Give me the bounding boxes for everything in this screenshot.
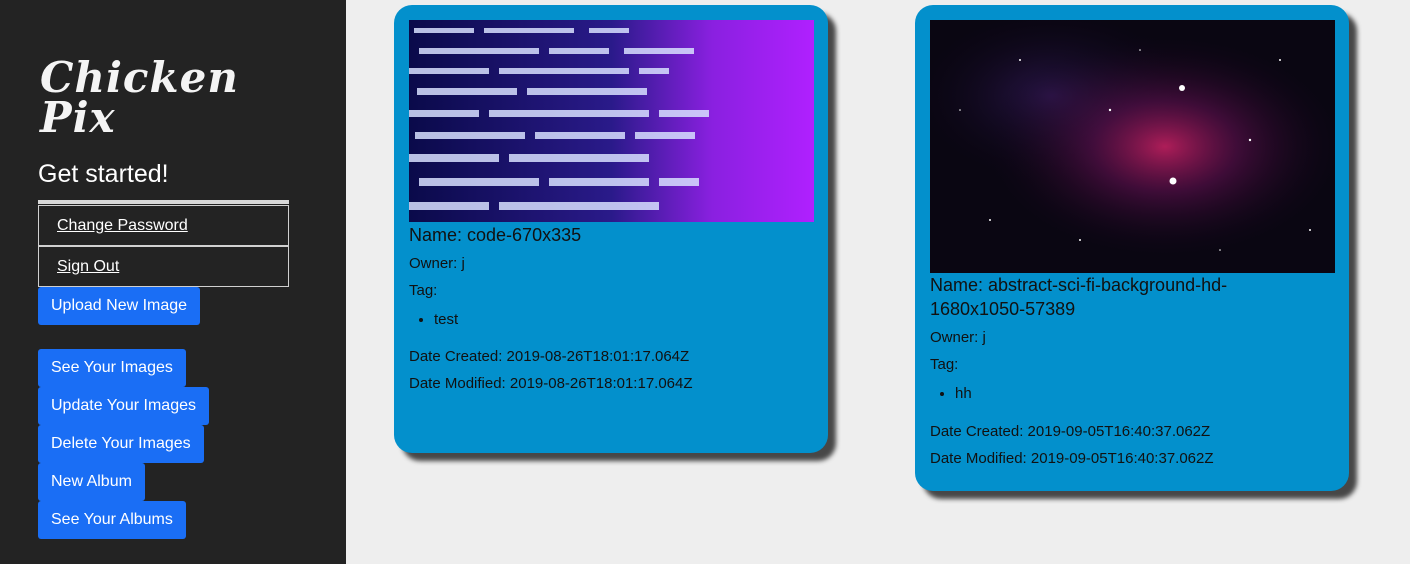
logo-line-1: Chicken [40,53,239,102]
tag-item: hh [955,385,972,402]
divider [38,200,289,204]
image-card: Name: code-670x335 Owner: j Tag: test Da… [394,5,828,453]
see-images-button[interactable]: See Your Images [38,349,186,387]
code-image [409,20,814,222]
image-tag-label: Tag: [409,282,438,299]
tag-list: test [434,311,458,328]
image-date-modified: Date Modified: 2019-08-26T18:01:17.064Z [409,375,693,392]
change-password-link[interactable]: Change Password [38,205,289,246]
logo-line-2: Pix [40,93,116,142]
image-owner: Owner: j [409,255,465,272]
image-owner: Owner: j [930,329,986,346]
image-tag-label: Tag: [930,356,959,373]
see-albums-button[interactable]: See Your Albums [38,501,186,539]
image-date-created: Date Created: 2019-08-26T18:01:17.064Z [409,348,690,365]
sign-out-link[interactable]: Sign Out [38,246,289,287]
sidebar: Chicken Pix Get started! Change Password… [0,0,346,564]
image-date-created: Date Created: 2019-09-05T16:40:37.062Z [930,423,1211,440]
app-logo: Chicken Pix [40,53,240,142]
image-name: Name: code-670x335 [409,225,582,245]
image-name: Name: abstract-sci-fi-background-hd-1680… [930,275,1228,319]
image-card: Name: abstract-sci-fi-background-hd-1680… [915,5,1349,491]
update-images-button[interactable]: Update Your Images [38,387,209,425]
delete-images-button[interactable]: Delete Your Images [38,425,204,463]
upload-image-button[interactable]: Upload New Image [38,287,201,325]
image-date-modified: Date Modified: 2019-09-05T16:40:37.062Z [930,450,1214,467]
tag-list: hh [955,385,972,402]
space-image [930,20,1335,273]
new-album-button[interactable]: New Album [38,463,145,501]
tag-item: test [434,311,458,328]
page-subtitle: Get started! [38,160,169,188]
